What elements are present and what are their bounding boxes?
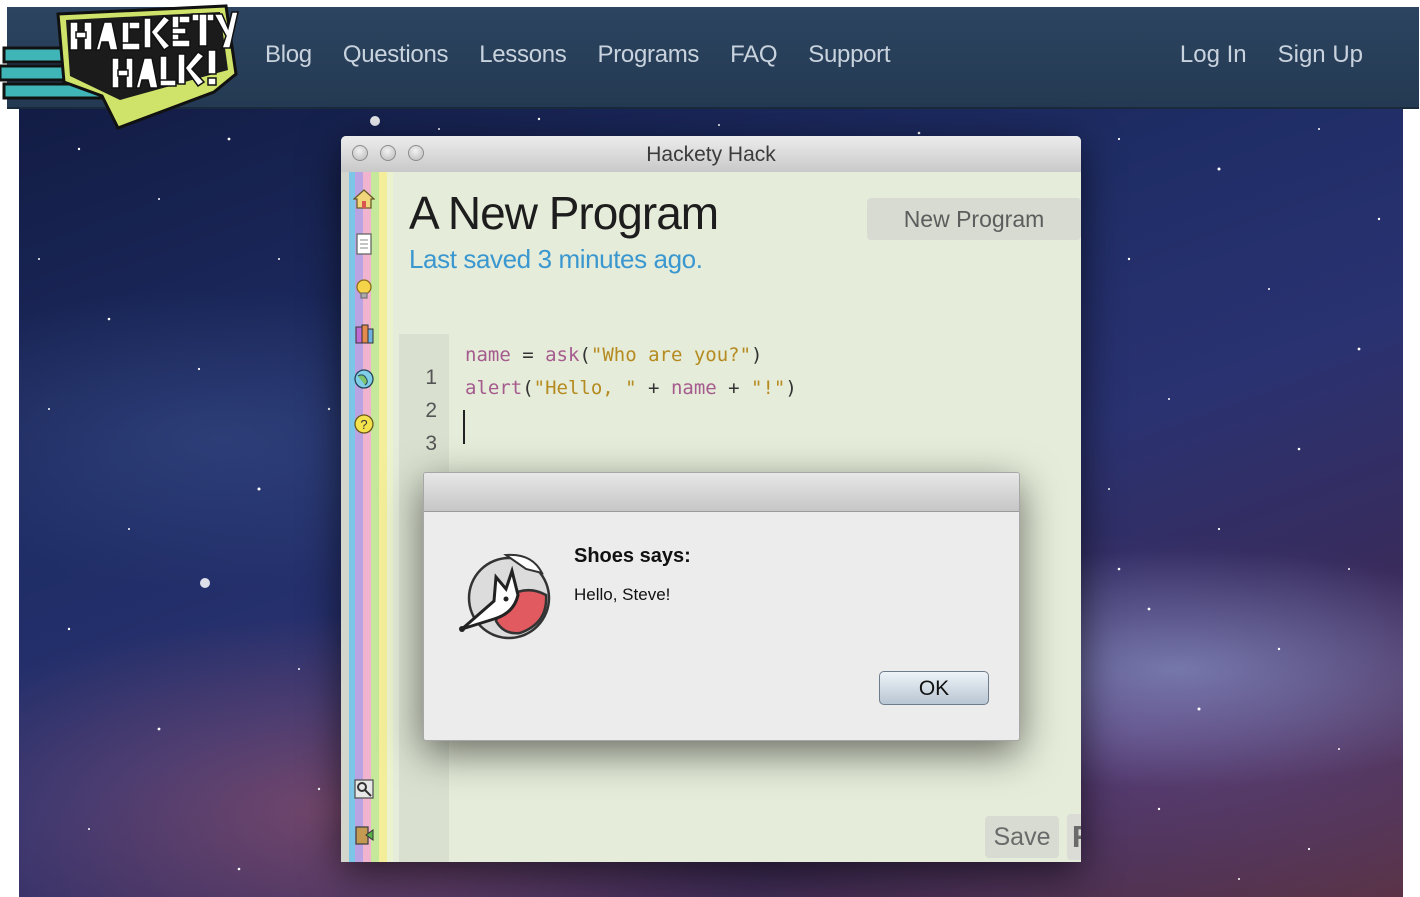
- code-token: ): [751, 344, 763, 366]
- dialog-message: Hello, Steve!: [574, 585, 671, 604]
- window-titlebar[interactable]: Hackety Hack: [341, 136, 1081, 173]
- auth-nav: Log In Sign Up: [1149, 41, 1363, 69]
- ok-button[interactable]: OK: [879, 671, 989, 705]
- books-icon[interactable]: [353, 323, 375, 345]
- line-number: 3: [425, 432, 437, 455]
- login-link[interactable]: Log In: [1180, 41, 1247, 69]
- code-line[interactable]: 1 name = ask("Who are you?"): [399, 344, 762, 389]
- code-token: (: [579, 344, 591, 366]
- code-token: name: [465, 344, 511, 366]
- alert-dialog: Shoes says: Hello, Steve! OK: [423, 472, 1020, 741]
- nav-programs[interactable]: Programs: [598, 41, 700, 69]
- shoes-fox-icon: [459, 553, 551, 640]
- code-token: "!": [751, 377, 786, 399]
- nav-support[interactable]: Support: [808, 41, 890, 69]
- code-line[interactable]: 2 alert("Hello, " + name + "!"): [399, 377, 797, 422]
- code-text[interactable]: name = ask("Who are you?"): [465, 344, 762, 366]
- nav-lessons[interactable]: Lessons: [479, 41, 567, 69]
- window-title: Hackety Hack: [646, 143, 776, 166]
- code-token: ): [785, 377, 797, 399]
- code-token: +: [636, 377, 671, 399]
- code-editor[interactable]: 1 name = ask("Who are you?") 2 alert("He…: [399, 344, 797, 455]
- dialog-heading: Shoes says:: [574, 545, 691, 567]
- code-token: "Hello, ": [533, 377, 637, 399]
- app-sidebar: ?: [341, 172, 393, 862]
- preferences-icon[interactable]: [353, 778, 375, 800]
- signup-link[interactable]: Sign Up: [1278, 41, 1363, 69]
- nav-faq[interactable]: FAQ: [730, 41, 777, 69]
- exit-icon[interactable]: [353, 824, 375, 846]
- text-cursor: [463, 410, 465, 444]
- last-saved-status: Last saved 3 minutes ago.: [409, 244, 703, 274]
- code-line[interactable]: 3: [399, 410, 491, 455]
- help-icon[interactable]: ?: [353, 413, 375, 435]
- home-icon[interactable]: [353, 188, 375, 210]
- hackety-hack-logo[interactable]: [0, 0, 240, 130]
- document-icon[interactable]: [353, 233, 375, 255]
- code-token: "Who are you?": [590, 344, 752, 366]
- main-nav: Blog Questions Lessons Programs FAQ Supp…: [265, 41, 921, 69]
- nav-blog[interactable]: Blog: [265, 41, 312, 69]
- new-program-button[interactable]: New Program: [867, 198, 1081, 240]
- svg-text:?: ?: [360, 417, 367, 432]
- code-token: +: [716, 377, 752, 399]
- run-button[interactable]: Run: [1067, 814, 1081, 860]
- code-token: alert: [465, 377, 523, 399]
- code-token: name: [670, 377, 717, 399]
- code-token: =: [510, 344, 546, 366]
- code-token: ask: [545, 344, 580, 366]
- program-title[interactable]: A New Program: [409, 186, 719, 240]
- lightbulb-icon[interactable]: [353, 278, 375, 300]
- dialog-titlebar[interactable]: [424, 473, 1019, 512]
- code-token: (: [522, 377, 534, 399]
- globe-icon[interactable]: [353, 368, 375, 390]
- code-text[interactable]: alert("Hello, " + name + "!"): [465, 377, 797, 399]
- save-button[interactable]: Save: [985, 816, 1059, 858]
- nav-questions[interactable]: Questions: [343, 41, 449, 69]
